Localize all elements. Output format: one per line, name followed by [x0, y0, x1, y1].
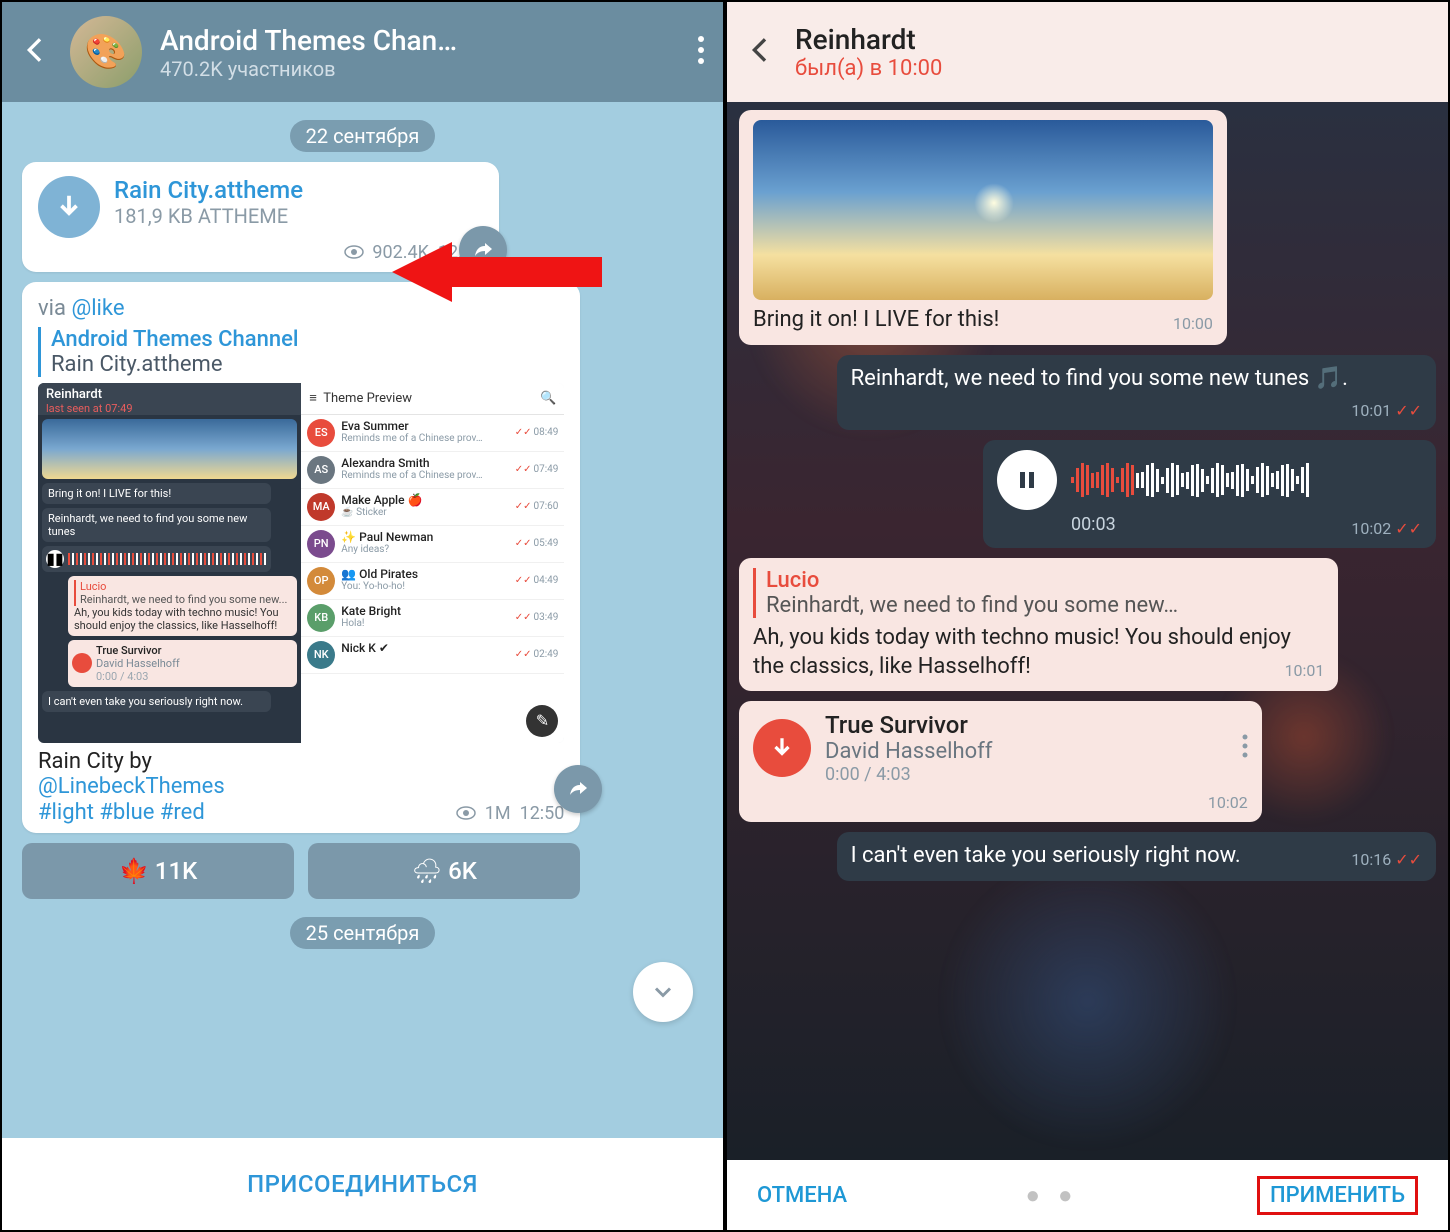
pv-reply: Lucio Reinhardt, we need to find you som…: [68, 576, 297, 636]
msg-text: Ah, you kids today with techno music! Yo…: [753, 625, 1291, 679]
outgoing-text-message[interactable]: Reinhardt, we need to find you some new …: [837, 355, 1436, 431]
back-icon[interactable]: [20, 34, 52, 70]
audio-waveform[interactable]: [1071, 460, 1422, 500]
msg-text: Bring it on! I LIVE for this!: [753, 307, 999, 332]
reply-header[interactable]: Lucio Reinhardt, we need to find you som…: [753, 568, 1324, 618]
outgoing-text-message-2[interactable]: I can't even take you seriously right no…: [837, 832, 1436, 881]
song-position: 0:00 / 4:03: [825, 764, 992, 785]
post-card[interactable]: via @like Android Themes Channel Rain Ci…: [22, 282, 580, 833]
pv-chat-name: Reinhardt: [46, 387, 293, 402]
song-more-icon[interactable]: [1242, 734, 1248, 762]
post-meta-row: 1M 12:50: [456, 803, 564, 825]
reactions-row: 🍁 11K 🌧 6K: [22, 843, 580, 899]
reply-quote[interactable]: Android Themes Channel Rain City.attheme: [38, 327, 564, 377]
channel-avatar[interactable]: 🎨: [70, 16, 142, 88]
sunset-photo: [753, 120, 1213, 300]
channel-title: Android Themes Chan…: [160, 24, 679, 57]
theme-preview-pane: Reinhardt был(а) в 10:00 Bring it on! I …: [725, 0, 1450, 1232]
msg-time: 10:01: [1285, 661, 1325, 680]
theme-preview-image: Reinhardt last seen at 07:49 Bring it on…: [38, 383, 564, 743]
caption-author-link[interactable]: @LinebeckThemes: [38, 774, 564, 799]
quote-sub: Rain City.attheme: [51, 352, 564, 377]
channel-body[interactable]: 22 сентября Rain City.attheme 181,9 KB A…: [2, 102, 723, 1142]
preview-header: Reinhardt был(а) в 10:00: [727, 2, 1448, 102]
date-chip-1: 22 сентября: [290, 120, 436, 152]
reply-author: Lucio: [766, 568, 1324, 593]
page-indicator: ● ●: [847, 1181, 1257, 1210]
chat-status: был(а) в 10:00: [795, 56, 942, 81]
song-title: True Survivor: [825, 711, 992, 739]
header-title-col[interactable]: Android Themes Chan… 470.2K участников: [160, 24, 679, 81]
reply-preview: Reinhardt, we need to find you some new…: [766, 593, 1324, 618]
post-views: 1M: [485, 803, 511, 824]
via-bot-link[interactable]: @like: [71, 296, 124, 321]
channel-subtitle: 470.2K участников: [160, 57, 679, 81]
msg-time: 10:00: [1173, 314, 1213, 333]
chat-background: Bring it on! I LIVE for this! 10:00 Rein…: [727, 102, 1448, 1160]
outgoing-voice-message[interactable]: 00:03 10:02✓✓: [983, 440, 1436, 548]
back-icon[interactable]: [745, 34, 777, 70]
more-icon[interactable]: [697, 35, 705, 69]
preview-footer: ОТМЕНА ● ● ПРИМЕНИТЬ: [727, 1160, 1448, 1230]
read-ticks-icon: ✓✓: [1395, 401, 1422, 420]
download-icon[interactable]: [38, 176, 100, 238]
pv-chat-list: ESEva SummerReminds me of a Chinese prov…: [301, 415, 564, 674]
header-title-col[interactable]: Reinhardt был(а) в 10:00: [795, 23, 942, 81]
telegram-channel-pane: 🎨 Android Themes Chan… 470.2K участников…: [0, 0, 725, 1232]
pv-search-icon: 🔍: [540, 391, 556, 406]
chat-title: Reinhardt: [795, 23, 942, 56]
read-ticks-icon: ✓✓: [1395, 519, 1422, 538]
msg-time: 10:16: [1351, 850, 1391, 869]
apply-button[interactable]: ПРИМЕНИТЬ: [1257, 1176, 1418, 1215]
channel-header: 🎨 Android Themes Chan… 470.2K участников: [2, 2, 723, 102]
views-icon: [456, 804, 476, 825]
post-time: 12:50: [520, 803, 565, 824]
caption-tags[interactable]: #light #blue #red: [38, 800, 456, 825]
red-arrow-annotation: [392, 232, 612, 316]
download-song-icon[interactable]: [753, 719, 811, 777]
views-icon: [344, 243, 364, 264]
messages-container[interactable]: Bring it on! I LIVE for this! 10:00 Rein…: [727, 102, 1448, 899]
msg-time: 10:02: [1208, 793, 1248, 812]
incoming-photo-message[interactable]: Bring it on! I LIVE for this! 10:00: [739, 110, 1227, 345]
msg-text: I can't even take you seriously right no…: [851, 843, 1241, 868]
pause-button[interactable]: [997, 450, 1057, 510]
scroll-down-button[interactable]: [633, 962, 693, 1022]
file-size: 181,9 KB ATTHEME: [114, 204, 303, 228]
msg-text: Reinhardt, we need to find you some new …: [851, 366, 1348, 391]
share-button-2[interactable]: [554, 765, 602, 813]
pv-file: True Survivor David Hasselhoff 0:00 / 4:…: [68, 640, 297, 687]
date-chip-2: 25 сентября: [290, 917, 436, 949]
pv-chat-status: last seen at 07:49: [46, 402, 293, 415]
pv-last: I can't even take you seriously right no…: [42, 691, 271, 712]
pv-edit-fab: ✎: [526, 705, 558, 737]
pv-audio: ▮▮: [42, 546, 271, 572]
pv-msg-1: Bring it on! I LIVE for this!: [42, 483, 271, 504]
reaction-rain[interactable]: 🌧 6K: [308, 843, 580, 899]
read-ticks-icon: ✓✓: [1395, 850, 1422, 869]
pv-msg-2: Reinhardt, we need to find you some new …: [42, 508, 271, 542]
incoming-reply-message[interactable]: Lucio Reinhardt, we need to find you som…: [739, 558, 1338, 691]
msg-time: 10:02: [1351, 519, 1391, 538]
song-artist: David Hasselhoff: [825, 739, 992, 764]
incoming-audio-file[interactable]: True Survivor David Hasselhoff 0:00 / 4:…: [739, 701, 1262, 822]
cancel-button[interactable]: ОТМЕНА: [757, 1183, 847, 1208]
quote-title: Android Themes Channel: [51, 327, 564, 352]
join-button[interactable]: ПРИСОЕДИНИТЬСЯ: [2, 1138, 723, 1230]
caption-author: Rain City by: [38, 749, 564, 774]
msg-time: 10:01: [1351, 401, 1391, 420]
reaction-leaf[interactable]: 🍁 11K: [22, 843, 294, 899]
file-name: Rain City.attheme: [114, 176, 303, 204]
